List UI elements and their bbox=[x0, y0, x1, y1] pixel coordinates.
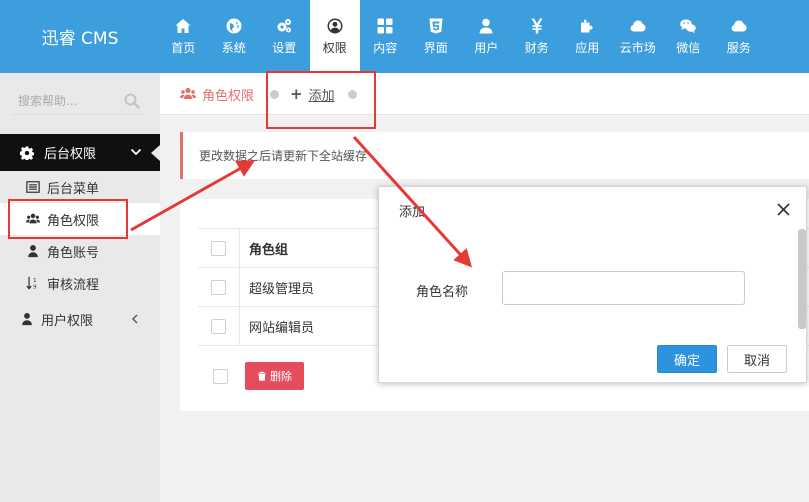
annotation-box-add-tab bbox=[266, 71, 376, 129]
tab-role-permissions[interactable]: 角色权限 bbox=[180, 73, 254, 115]
nav-home[interactable]: 首页 bbox=[158, 0, 209, 73]
nav-label: 内容 bbox=[373, 41, 398, 55]
home-icon bbox=[174, 17, 192, 35]
users-icon bbox=[180, 87, 196, 99]
menu-group-user-permissions[interactable]: 用户权限 bbox=[0, 303, 160, 335]
role-name-input[interactable] bbox=[502, 271, 745, 305]
dialog-scrollbar[interactable] bbox=[798, 229, 806, 329]
user-circle-icon bbox=[326, 17, 344, 35]
search-input[interactable] bbox=[12, 93, 117, 108]
nav-label: 界面 bbox=[423, 41, 448, 55]
nav-label: 应用 bbox=[575, 41, 600, 55]
nav-system[interactable]: 系统 bbox=[209, 0, 260, 73]
row-select-cell bbox=[198, 306, 240, 346]
role-name-label: 角色名称 bbox=[416, 285, 469, 300]
role-name: 超级管理员 bbox=[249, 281, 315, 297]
cloud-icon bbox=[629, 17, 647, 35]
html5-icon bbox=[427, 17, 445, 35]
nav-label: 云市场 bbox=[619, 41, 656, 55]
grid-icon bbox=[376, 17, 394, 35]
puzzle-icon bbox=[578, 17, 596, 35]
chevron-left-icon bbox=[132, 314, 138, 324]
select-all-checkbox[interactable] bbox=[211, 240, 226, 256]
chevron-down-icon bbox=[130, 148, 142, 156]
main-nav: 首页 系统 设置 权限 内容 界面 用户 财务 应用 云市场 微信 服务 bbox=[158, 0, 764, 73]
nav-users[interactable]: 用户 bbox=[461, 0, 512, 73]
svg-text:9: 9 bbox=[33, 285, 37, 290]
user-icon bbox=[22, 313, 32, 326]
nav-content[interactable]: 内容 bbox=[360, 0, 411, 73]
notice-banner: 更改数据之后请更新下全站缓存 bbox=[180, 132, 809, 179]
footer-select-checkbox[interactable] bbox=[213, 369, 228, 384]
nav-label: 设置 bbox=[272, 41, 297, 55]
nav-label: 用户 bbox=[474, 41, 499, 55]
nav-apps[interactable]: 应用 bbox=[562, 0, 613, 73]
role-name: 网站编辑员 bbox=[249, 320, 315, 336]
search-icon[interactable] bbox=[124, 93, 140, 109]
delete-label: 删除 bbox=[270, 370, 292, 383]
nav-label: 系统 bbox=[221, 41, 246, 55]
nav-finance[interactable]: 财务 bbox=[512, 0, 563, 73]
sidebar-item-label: 审核流程 bbox=[47, 277, 100, 293]
annotation-box-role-permissions bbox=[8, 199, 128, 239]
row-checkbox[interactable] bbox=[211, 318, 226, 334]
nav-label: 服务 bbox=[726, 41, 751, 55]
sidebar: 后台权限 后台菜单 角色权限 角色账号 19 审核流程 用户权限 bbox=[0, 73, 160, 502]
list-icon bbox=[26, 181, 40, 193]
confirm-button[interactable]: 确定 bbox=[657, 345, 717, 373]
select-all-cell bbox=[198, 228, 240, 268]
nav-label: 首页 bbox=[171, 41, 196, 55]
nav-label: 权限 bbox=[322, 41, 347, 55]
sidebar-item-label: 角色账号 bbox=[47, 245, 100, 261]
menu-group-title: 用户权限 bbox=[41, 313, 94, 329]
menu-group-admin-permissions[interactable]: 后台权限 bbox=[0, 134, 160, 171]
cloud-icon bbox=[730, 17, 748, 35]
menu-group-title: 后台权限 bbox=[44, 147, 97, 162]
trash-icon bbox=[258, 371, 266, 381]
wechat-icon bbox=[679, 17, 697, 35]
nav-interface[interactable]: 界面 bbox=[411, 0, 462, 73]
dialog-title: 添加 bbox=[399, 205, 426, 220]
sidebar-search bbox=[12, 87, 144, 115]
svg-text:1: 1 bbox=[33, 278, 37, 284]
top-navbar: 迅睿 CMS 首页 系统 设置 权限 内容 界面 用户 财务 应用 云市场 微信… bbox=[0, 0, 809, 73]
cogs-icon bbox=[275, 17, 293, 35]
delete-button[interactable]: 删除 bbox=[245, 362, 304, 390]
sidebar-item-review-process[interactable]: 19 审核流程 bbox=[0, 267, 160, 299]
globe-icon bbox=[225, 17, 243, 35]
nav-label: 微信 bbox=[676, 41, 701, 55]
row-checkbox[interactable] bbox=[211, 279, 226, 295]
nav-service[interactable]: 服务 bbox=[714, 0, 765, 73]
app-logo[interactable]: 迅睿 CMS bbox=[0, 0, 160, 73]
nav-cloud-market[interactable]: 云市场 bbox=[613, 0, 664, 73]
sort-numeric-icon: 19 bbox=[26, 276, 37, 290]
yen-icon bbox=[528, 17, 546, 35]
row-select-cell bbox=[198, 267, 240, 307]
tab-bar: 角色权限 + 添加 bbox=[160, 73, 809, 115]
user-icon bbox=[477, 17, 495, 35]
add-role-dialog: 添加 角色名称 确定 取消 bbox=[378, 186, 807, 383]
sidebar-item-label: 后台菜单 bbox=[47, 181, 100, 197]
close-icon[interactable] bbox=[777, 203, 790, 216]
nav-wechat[interactable]: 微信 bbox=[663, 0, 714, 73]
nav-permissions[interactable]: 权限 bbox=[309, 0, 360, 73]
column-header-role-group: 角色组 bbox=[249, 242, 289, 258]
active-indicator bbox=[151, 145, 160, 161]
tab-label: 角色权限 bbox=[202, 88, 255, 104]
nav-settings[interactable]: 设置 bbox=[259, 0, 310, 73]
user-icon bbox=[28, 245, 38, 258]
cancel-button[interactable]: 取消 bbox=[727, 345, 787, 373]
nav-label: 财务 bbox=[524, 41, 549, 55]
sidebar-item-role-accounts[interactable]: 角色账号 bbox=[0, 235, 160, 267]
gear-icon bbox=[20, 145, 34, 160]
